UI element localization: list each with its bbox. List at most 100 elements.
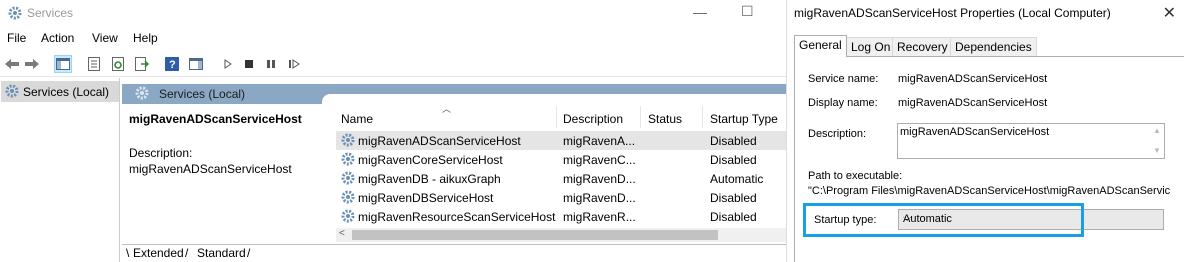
row-description: migRavenD...: [563, 191, 636, 205]
tab-end-divider: /: [247, 246, 251, 260]
refresh-icon[interactable]: [109, 55, 127, 73]
service-gear-icon: [340, 208, 356, 227]
row-name: migRavenCoreServiceHost: [358, 153, 503, 167]
tree-item-label: Services (Local): [23, 85, 110, 99]
window-title: Services: [27, 6, 74, 20]
table-row[interactable]: migRavenDBServiceHost migRavenD... Disab…: [336, 188, 786, 207]
row-description: migRavenC...: [563, 153, 636, 167]
row-startup: Disabled: [710, 191, 757, 205]
services-gear-icon: [134, 85, 150, 104]
services-list: ︿ Name Description Status Startup Type m…: [336, 104, 786, 246]
export-list-icon[interactable]: [133, 55, 151, 73]
scrollbar-thumb[interactable]: [352, 230, 718, 240]
tab-recovery[interactable]: Recovery: [892, 37, 953, 56]
tab-extended-divider: \: [126, 246, 130, 260]
tab-extended[interactable]: Extended: [133, 246, 184, 260]
view-tabs: \ Extended / Standard /: [122, 244, 786, 262]
row-description: migRavenR...: [563, 210, 636, 224]
display-name-value: migRavenADScanServiceHost: [898, 97, 1048, 109]
column-startup-type[interactable]: Startup Type: [710, 112, 778, 126]
row-startup: Automatic: [710, 172, 764, 186]
row-name: migRavenDBServiceHost: [358, 191, 494, 205]
services-pane: Services (Local) migRavenADScanServiceHo…: [122, 78, 786, 262]
service-gear-icon: [340, 170, 356, 189]
description-textbox[interactable]: migRavenADScanServiceHost ▲ ▼: [897, 123, 1165, 159]
scroll-left-arrow-icon[interactable]: <: [339, 228, 345, 239]
forward-arrow-icon[interactable]: [23, 55, 41, 73]
detail-description-value: migRavenADScanServiceHost: [129, 162, 292, 176]
row-description: migRavenA...: [563, 134, 636, 148]
column-divider[interactable]: [702, 106, 703, 128]
properties-sheet-icon[interactable]: [85, 55, 103, 73]
row-startup: Disabled: [710, 153, 757, 167]
table-row[interactable]: migRavenCoreServiceHost migRavenC... Dis…: [336, 150, 786, 169]
menu-action[interactable]: Action: [41, 31, 74, 45]
tab-dependencies[interactable]: Dependencies: [950, 37, 1037, 56]
stop-service-icon[interactable]: [240, 55, 258, 73]
horizontal-scrollbar[interactable]: <: [336, 228, 786, 242]
svg-text:?: ?: [169, 59, 176, 71]
description-label: Description:: [808, 128, 867, 140]
pause-service-icon[interactable]: [262, 55, 280, 73]
header-divider: [322, 94, 786, 106]
sort-caret-icon: ︿: [442, 104, 452, 114]
column-name[interactable]: Name: [341, 112, 373, 126]
menu-view[interactable]: View: [92, 31, 118, 45]
restart-service-icon[interactable]: [285, 55, 303, 73]
column-status[interactable]: Status: [648, 112, 682, 126]
row-startup: Disabled: [710, 210, 757, 224]
scroll-up-icon: ▲: [1153, 126, 1161, 135]
tree-item-services-local[interactable]: Services (Local): [1, 81, 119, 102]
dialog-tabs: General Log On Recovery Dependencies: [794, 35, 1184, 57]
service-gear-icon: [340, 189, 356, 208]
console-tree-icon[interactable]: [54, 55, 72, 73]
close-icon[interactable]: ✕: [1163, 3, 1176, 23]
detail-description-label: Description:: [129, 146, 193, 160]
service-detail-panel: migRavenADScanServiceHost Description: m…: [129, 112, 329, 176]
display-name-label: Display name:: [808, 97, 878, 109]
row-name: migRavenResourceScanServiceHost: [358, 210, 556, 224]
column-divider[interactable]: [556, 106, 557, 128]
menu-file[interactable]: File: [7, 31, 26, 45]
menu-help[interactable]: Help: [133, 31, 158, 45]
console-tree: Services (Local): [0, 78, 120, 262]
row-description: migRavenD...: [563, 172, 636, 186]
scroll-down-icon: ▼: [1153, 146, 1161, 155]
dialog-title: migRavenADScanServiceHost Properties (Lo…: [794, 6, 1111, 20]
table-row[interactable]: migRavenADScanServiceHost migRavenA... D…: [336, 131, 786, 150]
start-service-icon[interactable]: [219, 55, 237, 73]
description-scrollbar[interactable]: ▲ ▼: [1150, 124, 1164, 158]
toolbar: ?: [0, 51, 786, 77]
column-divider[interactable]: [640, 106, 641, 128]
service-name-label: Service name:: [808, 73, 879, 85]
services-titlebar: Services — ☐: [0, 0, 786, 27]
detail-service-name: migRavenADScanServiceHost: [129, 112, 302, 126]
help-icon[interactable]: ?: [163, 55, 181, 73]
row-startup: Disabled: [710, 134, 757, 148]
pane-header-title: Services (Local): [159, 87, 246, 101]
services-window: Services — ☐ File Action View Help ? Ser…: [0, 0, 786, 262]
tab-general[interactable]: General: [794, 35, 847, 57]
path-value: "C:\Program Files\migRavenADScanServiceH…: [808, 185, 1171, 197]
row-name: migRavenDB - aikuxGraph: [358, 172, 501, 186]
tab-log-on[interactable]: Log On: [846, 37, 896, 56]
services-gear-icon: [4, 83, 20, 102]
row-name: migRavenADScanServiceHost: [358, 134, 521, 148]
list-header: ︿ Name Description Status Startup Type: [336, 104, 786, 128]
tab-standard[interactable]: Standard: [197, 246, 246, 260]
startup-type-highlight: [803, 203, 1084, 237]
service-gear-icon: [340, 132, 356, 151]
column-description[interactable]: Description: [563, 112, 623, 126]
services-gear-icon: [7, 5, 23, 21]
show-hide-action-pane-icon[interactable]: [187, 55, 205, 73]
menu-bar: File Action View Help: [0, 27, 786, 49]
minimize-button[interactable]: —: [693, 4, 707, 20]
path-label: Path to executable:: [808, 170, 903, 182]
table-row[interactable]: migRavenResourceScanServiceHost migRaven…: [336, 207, 786, 226]
service-name-value: migRavenADScanServiceHost: [898, 73, 1048, 85]
description-value: migRavenADScanServiceHost: [900, 126, 1050, 138]
maximize-button[interactable]: ☐: [741, 3, 754, 20]
tab-standard-divider: /: [185, 246, 189, 260]
back-arrow-icon[interactable]: [3, 55, 21, 73]
table-row[interactable]: migRavenDB - aikuxGraph migRavenD... Aut…: [336, 169, 786, 188]
